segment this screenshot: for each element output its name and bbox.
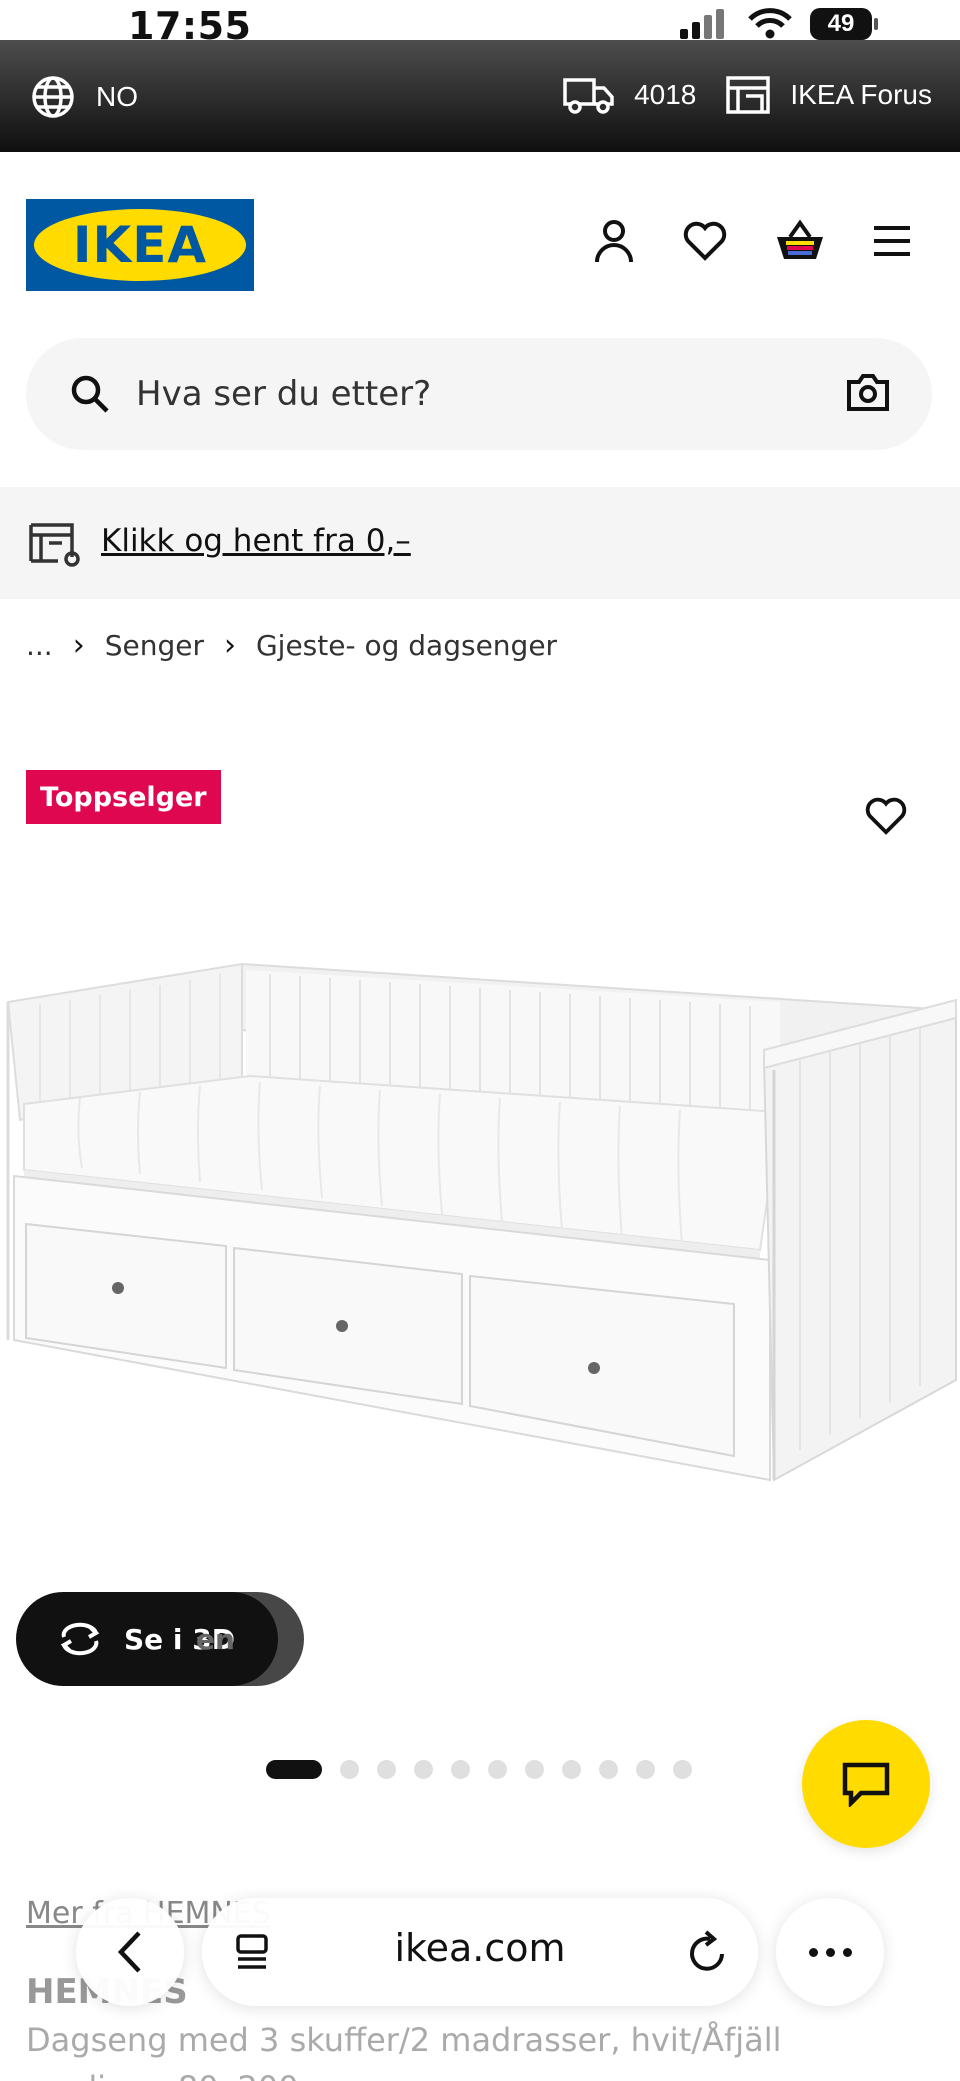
chevron-right-icon: › (223, 628, 236, 663)
carousel-dot[interactable] (451, 1760, 470, 1779)
carousel-dot[interactable] (673, 1760, 692, 1779)
breadcrumb-item-beds[interactable]: Senger (105, 629, 204, 662)
rotate-3d-icon (60, 1622, 100, 1656)
carousel-dot[interactable] (488, 1760, 507, 1779)
ghost-label: en (196, 1622, 235, 1656)
carousel-dot[interactable] (414, 1760, 433, 1779)
ikea-logo[interactable]: IKEA (26, 199, 254, 291)
globe-icon (32, 76, 74, 118)
status-icons: 49 (678, 8, 878, 40)
browser-more-button[interactable] (776, 1898, 884, 2006)
logo-text: IKEA (72, 216, 208, 274)
account-icon[interactable] (592, 218, 636, 264)
page: NO 4018 IKEA Forus 17:55 49 IKEA Hva ser… (0, 0, 960, 2081)
breadcrumb-item-ellipsis[interactable]: ... (26, 629, 53, 662)
country-code: NO (96, 81, 138, 112)
browser-back-button[interactable] (76, 1898, 184, 2006)
camera-icon[interactable] (846, 372, 890, 412)
carousel-dot[interactable] (599, 1760, 618, 1779)
top-utility-bar: NO 4018 IKEA Forus (0, 40, 960, 152)
back-icon (117, 1931, 141, 1973)
carousel-dot[interactable] (562, 1760, 581, 1779)
store-icon (726, 76, 771, 114)
heart-icon[interactable] (682, 220, 728, 262)
more-icon-dot (842, 1947, 852, 1957)
breadcrumb: ... › Senger › Gjeste- og dagsenger (26, 628, 557, 663)
product-description: Dagseng med 3 skuffer/2 madrasser, hvit/… (26, 2021, 782, 2081)
status-time: 17:55 (128, 4, 252, 48)
battery-indicator: 49 (810, 8, 878, 40)
wifi-icon (748, 8, 792, 39)
country-selector[interactable]: NO (30, 74, 138, 120)
carousel-dot[interactable] (340, 1760, 359, 1779)
carousel-dot[interactable] (636, 1760, 655, 1779)
search-icon[interactable] (70, 374, 110, 414)
carousel-dot[interactable] (377, 1760, 396, 1779)
more-icon (808, 1947, 818, 1957)
product-image[interactable] (0, 940, 960, 1500)
store-pickup-icon (29, 523, 80, 567)
favourite-heart-icon[interactable] (864, 796, 908, 836)
signal-icon (680, 9, 724, 39)
delivery-postcode[interactable]: 4018 (562, 74, 696, 116)
more-icon-dot (825, 1947, 835, 1957)
top-seller-badge: Toppselger (26, 770, 221, 824)
basket-icon[interactable] (774, 219, 826, 263)
chat-icon (842, 1762, 890, 1807)
menu-icon[interactable] (872, 224, 912, 258)
carousel-dot-active[interactable] (266, 1760, 322, 1779)
click-collect-link[interactable]: Klikk og hent fra 0,– (101, 523, 411, 559)
truck-icon (563, 78, 614, 114)
store-name: IKEA Forus (790, 79, 932, 110)
store-selector[interactable]: IKEA Forus (724, 74, 932, 116)
chevron-right-icon: › (72, 628, 85, 663)
browser-address-bar[interactable]: ikea.com (202, 1898, 758, 2006)
carousel-dot[interactable] (525, 1760, 544, 1779)
click-collect-banner: Klikk og hent fra 0,– (0, 487, 960, 599)
postcode: 4018 (634, 79, 697, 110)
chat-button[interactable] (802, 1720, 930, 1848)
search-input[interactable] (136, 366, 816, 422)
browser-domain: ikea.com (394, 1926, 566, 1970)
header-actions (592, 218, 912, 264)
daybed-illustration (6, 962, 957, 1482)
view-3d-button[interactable]: Se i 3D en (16, 1592, 278, 1686)
reload-icon[interactable] (688, 1928, 728, 1974)
search-bar (26, 338, 932, 450)
image-carousel-dots (266, 1760, 692, 1779)
breadcrumb-item-daybeds[interactable]: Gjeste- og dagsenger (256, 629, 557, 662)
